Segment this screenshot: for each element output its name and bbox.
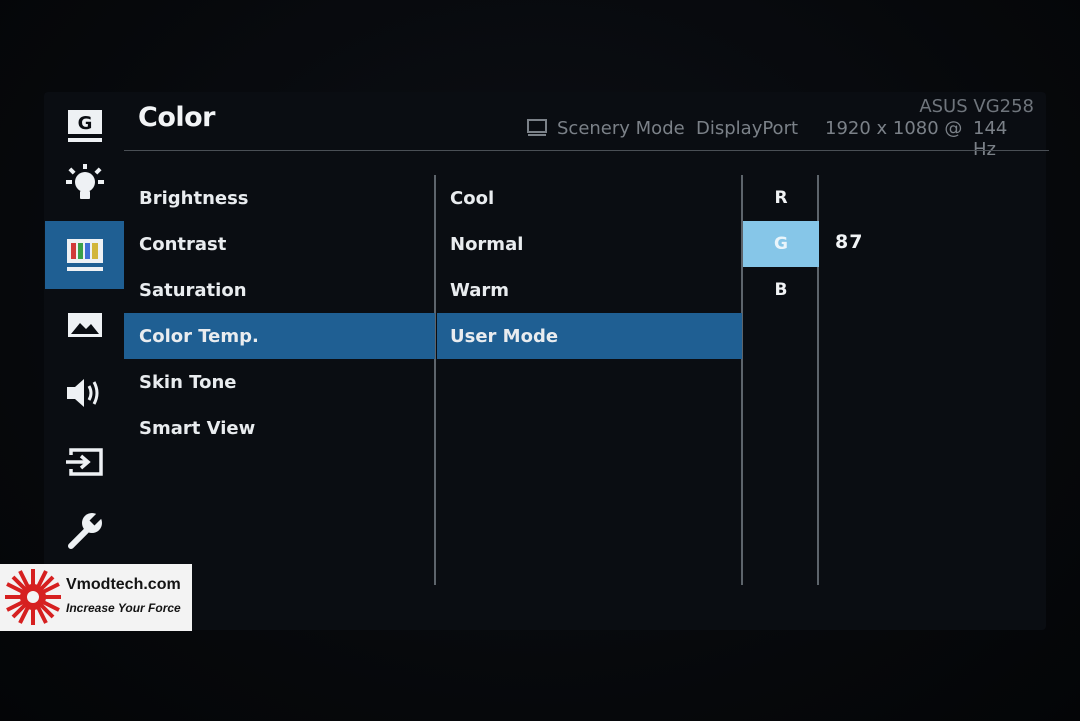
svg-text:G: G <box>77 113 92 134</box>
rail-item-input-select[interactable] <box>45 428 124 496</box>
rail-item-blue-light-filter[interactable] <box>45 150 124 218</box>
page-title: Color <box>138 102 215 133</box>
gamevisual-icon: G <box>67 110 102 142</box>
osd-main-menu-rail: G <box>45 92 124 562</box>
model-name: ASUS VG258 <box>919 96 1034 117</box>
rail-item-color[interactable] <box>45 221 124 289</box>
option-cool[interactable]: Cool <box>437 175 742 221</box>
channel-value: 87 <box>835 231 864 253</box>
rail-item-sound[interactable] <box>45 359 124 427</box>
menu-item-brightness[interactable]: Brightness <box>124 175 435 221</box>
status-input: DisplayPort <box>696 118 799 139</box>
status-bar: Scenery Mode DisplayPort 1920 x 1080 @ 1… <box>527 118 1034 160</box>
sound-icon <box>66 379 98 407</box>
rail-item-system-setup[interactable] <box>45 496 124 564</box>
watermark-tagline: Increase Your Force <box>66 601 181 615</box>
status-resolution: 1920 x 1080 @ <box>825 118 963 139</box>
option-normal[interactable]: Normal <box>437 221 742 267</box>
color-icon <box>66 239 103 271</box>
channel-b[interactable]: B <box>743 267 819 313</box>
system-setup-icon <box>67 510 105 549</box>
rail-item-image[interactable] <box>45 291 124 359</box>
watermark: Vmodtech.com Increase Your Force <box>0 564 192 631</box>
blue-light-filter-icon <box>65 164 104 199</box>
menu-item-smart-view[interactable]: Smart View <box>124 405 435 451</box>
status-refresh-rate: 144 Hz <box>973 118 1008 160</box>
status-mode: Scenery Mode <box>557 118 685 139</box>
channel-r[interactable]: R <box>743 175 819 221</box>
menu-item-skin-tone[interactable]: Skin Tone <box>124 359 435 405</box>
image-icon <box>67 313 102 337</box>
display-mode-icon <box>527 119 547 136</box>
menu-item-contrast[interactable]: Contrast <box>124 221 435 267</box>
input-select-icon <box>65 448 103 476</box>
watermark-site: Vmodtech.com <box>66 576 181 593</box>
menu-item-saturation[interactable]: Saturation <box>124 267 435 313</box>
header-divider <box>124 150 1049 151</box>
vmodtech-logo-icon <box>5 569 61 625</box>
option-warm[interactable]: Warm <box>437 267 742 313</box>
option-user-mode[interactable]: User Mode <box>437 313 742 359</box>
menu-item-color-temp[interactable]: Color Temp. <box>124 313 435 359</box>
channel-g[interactable]: G <box>743 221 819 267</box>
